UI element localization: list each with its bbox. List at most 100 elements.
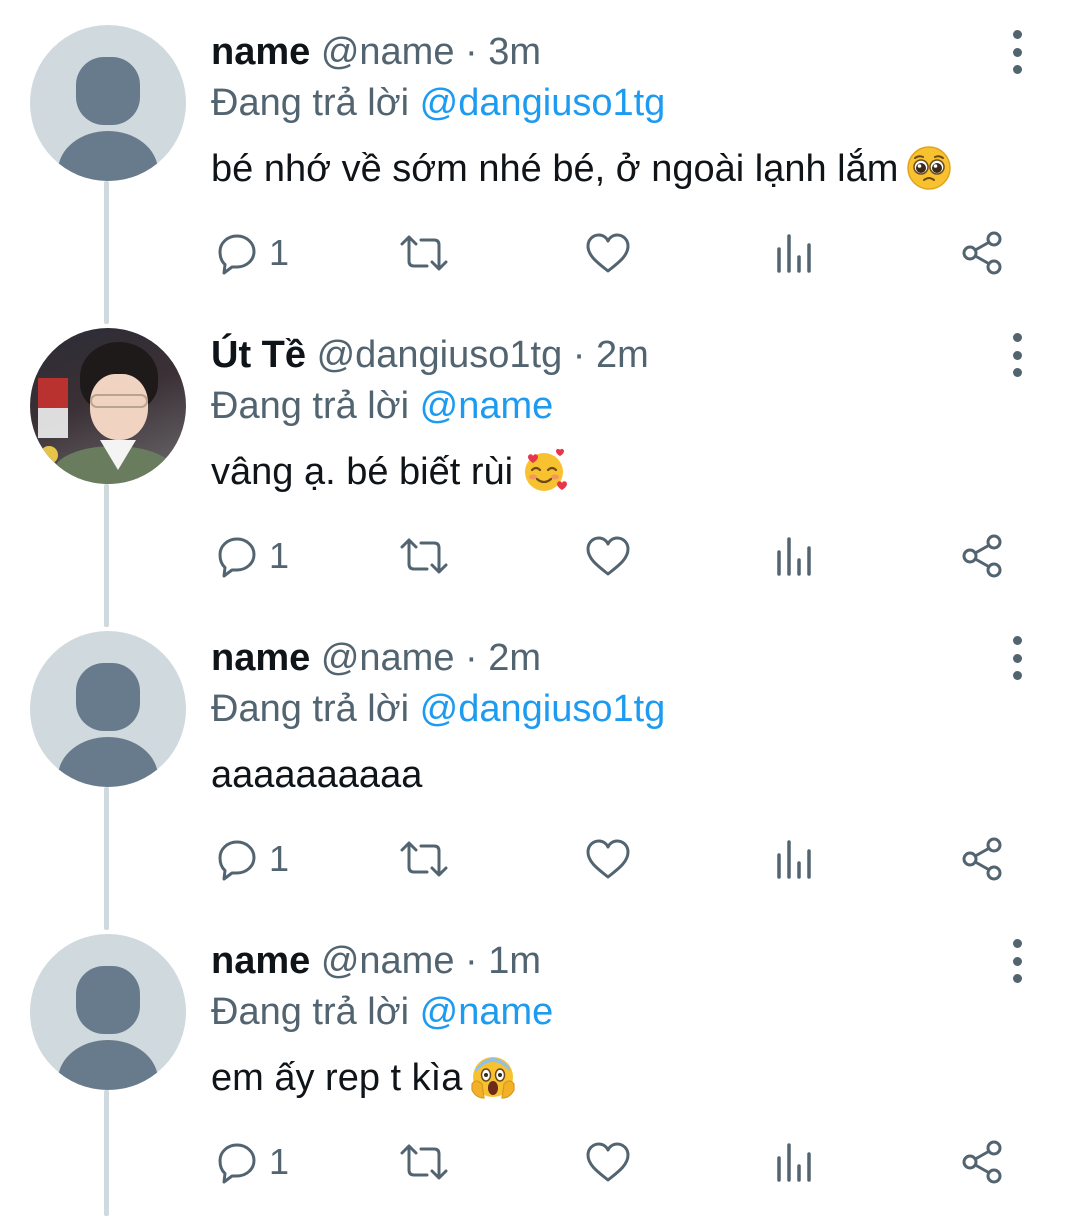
heart-icon: [586, 233, 630, 273]
reply-count: 1: [269, 232, 290, 273]
separator-dot: ·: [465, 637, 478, 679]
views-chart-icon: [777, 537, 811, 576]
retweet-button[interactable]: [398, 228, 450, 278]
default-avatar-head: [76, 57, 140, 125]
retweet-icon: [400, 841, 448, 877]
share-button[interactable]: [959, 834, 1005, 884]
like-button[interactable]: [584, 228, 632, 278]
replying-to: Đang trả lời @name: [211, 381, 553, 431]
replying-to: Đang trả lời @name: [211, 987, 553, 1037]
retweet-icon: [400, 538, 448, 574]
tweet[interactable]: name @name · 1m Đang trả lời @name em ấy…: [0, 909, 1080, 1212]
tweet[interactable]: Út Tề @dangiuso1tg · 2m Đang trả lời @na…: [0, 303, 1080, 606]
user-handle[interactable]: @name: [321, 940, 455, 982]
separator-dot: ·: [572, 334, 586, 376]
tweet-actions: 1: [211, 228, 1011, 278]
views-chart-icon: [777, 234, 811, 273]
replying-to-label: Đang trả lời: [211, 82, 410, 124]
timestamp[interactable]: 2m: [596, 334, 649, 376]
smiling-face-with-hearts-emoji: [525, 448, 568, 491]
timestamp[interactable]: 1m: [488, 940, 541, 982]
share-button[interactable]: [959, 531, 1005, 581]
reply-button[interactable]: 1: [215, 834, 289, 884]
reply-icon: [218, 234, 256, 275]
avatar[interactable]: [30, 328, 186, 484]
mention-link[interactable]: @dangiuso1tg: [420, 688, 666, 730]
retweet-button[interactable]: [398, 1137, 450, 1187]
tweet-header: name @name · 2m: [211, 633, 541, 683]
default-avatar-shoulders: [58, 737, 158, 787]
like-button[interactable]: [584, 531, 632, 581]
mention-link[interactable]: @dangiuso1tg: [420, 82, 666, 124]
display-name[interactable]: name: [211, 637, 310, 679]
reply-icon: [218, 840, 256, 881]
more-vertical-icon[interactable]: [1000, 636, 1034, 680]
avatar[interactable]: [30, 934, 186, 1090]
user-handle[interactable]: @dangiuso1tg: [317, 334, 563, 376]
timestamp[interactable]: 3m: [488, 31, 541, 73]
views-button[interactable]: [775, 834, 815, 884]
views-chart-icon: [777, 840, 811, 879]
display-name[interactable]: name: [211, 940, 310, 982]
user-handle[interactable]: @name: [321, 31, 455, 73]
default-avatar-shoulders: [58, 1040, 158, 1090]
replying-to: Đang trả lời @dangiuso1tg: [211, 78, 665, 128]
reply-thread: name @name · 3m Đang trả lời @dangiuso1t…: [0, 0, 1080, 1216]
views-button[interactable]: [775, 1137, 815, 1187]
reply-button[interactable]: 1: [215, 228, 289, 278]
more-vertical-icon[interactable]: [1000, 333, 1034, 377]
reply-icon: [218, 1143, 256, 1184]
reply-button[interactable]: 1: [215, 531, 289, 581]
tweet-text-content: bé nhớ về sớm nhé bé, ở ngoài lạnh lắm: [211, 148, 899, 190]
like-button[interactable]: [584, 834, 632, 884]
user-handle[interactable]: @name: [321, 637, 455, 679]
tweet-header: name @name · 3m: [211, 27, 541, 77]
default-avatar-head: [76, 663, 140, 731]
avatar[interactable]: [30, 25, 186, 181]
more-vertical-icon[interactable]: [1000, 30, 1034, 74]
mention-link[interactable]: @name: [420, 991, 554, 1033]
default-avatar-shoulders: [58, 131, 158, 181]
more-vertical-icon[interactable]: [1000, 939, 1034, 983]
tweet-text: bé nhớ về sớm nhé bé, ở ngoài lạnh lắm: [211, 144, 952, 194]
display-name[interactable]: name: [211, 31, 310, 73]
views-button[interactable]: [775, 228, 815, 278]
replying-to-label: Đang trả lời: [211, 385, 410, 427]
retweet-button[interactable]: [398, 531, 450, 581]
timestamp[interactable]: 2m: [488, 637, 541, 679]
face-screaming-in-fear-emoji: [471, 1056, 515, 1099]
views-chart-icon: [777, 1143, 811, 1182]
tweet-header: Út Tề @dangiuso1tg · 2m: [211, 330, 649, 380]
reply-button[interactable]: 1: [215, 1137, 289, 1187]
retweet-icon: [400, 1144, 448, 1180]
separator-dot: ·: [465, 940, 478, 982]
share-icon: [962, 231, 1002, 275]
default-avatar-head: [76, 966, 140, 1034]
tweet-actions: 1: [211, 1137, 1011, 1187]
display-name[interactable]: Út Tề: [211, 334, 306, 376]
tweet-text-content: em ấy rep t kìa: [211, 1057, 463, 1099]
reply-count: 1: [269, 535, 290, 576]
tweet[interactable]: name @name · 2m Đang trả lời @dangiuso1t…: [0, 606, 1080, 909]
tweet[interactable]: name @name · 3m Đang trả lời @dangiuso1t…: [0, 0, 1080, 303]
heart-icon: [586, 839, 630, 879]
reply-icon: [218, 537, 256, 578]
replying-to-label: Đang trả lời: [211, 688, 410, 730]
tweet-text: em ấy rep t kìa: [211, 1053, 516, 1103]
retweet-icon: [400, 235, 448, 271]
views-button[interactable]: [775, 531, 815, 581]
retweet-button[interactable]: [398, 834, 450, 884]
mention-link[interactable]: @name: [420, 385, 554, 427]
tweet-actions: 1: [211, 834, 1011, 884]
reply-count: 1: [269, 838, 290, 879]
share-icon: [962, 1140, 1002, 1184]
tweet-text: vâng ạ. bé biết rùi: [211, 447, 568, 497]
tweet-header: name @name · 1m: [211, 936, 541, 986]
pleading-face-emoji: [907, 146, 952, 190]
heart-icon: [586, 1142, 630, 1182]
tweet-text-content: vâng ạ. bé biết rùi: [211, 451, 514, 493]
share-button[interactable]: [959, 1137, 1005, 1187]
share-button[interactable]: [959, 228, 1005, 278]
like-button[interactable]: [584, 1137, 632, 1187]
avatar[interactable]: [30, 631, 186, 787]
